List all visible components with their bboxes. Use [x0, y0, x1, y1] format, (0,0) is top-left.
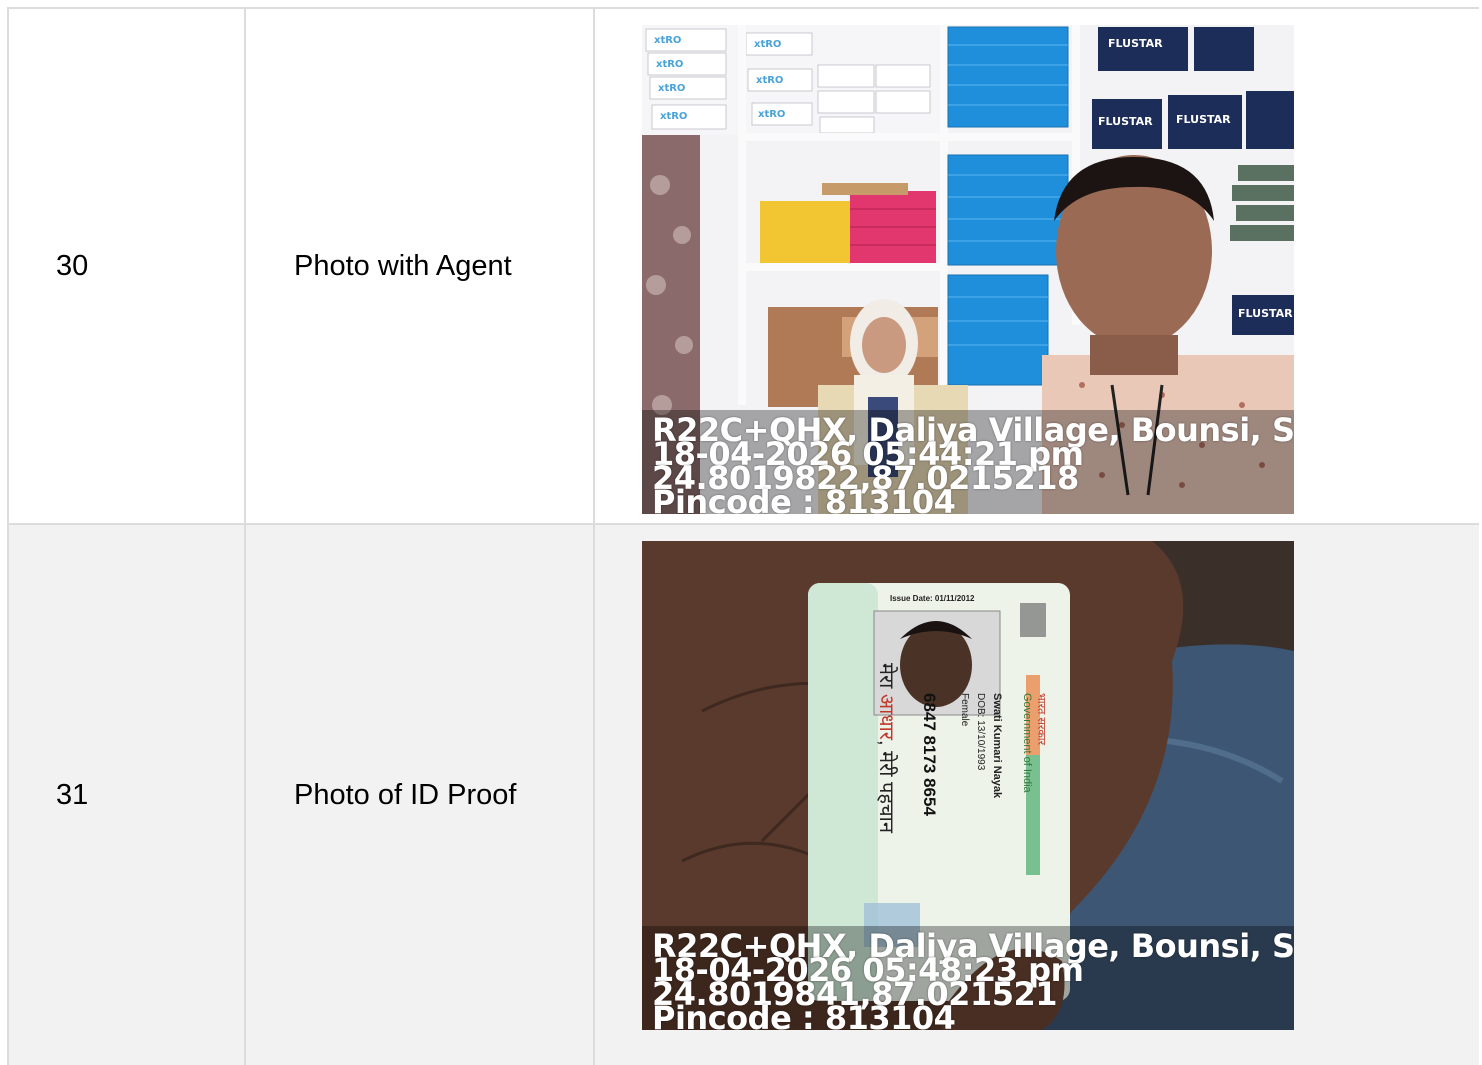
media-table: 30 Photo with Agent xtRO xtRO xtRO xtRO … — [7, 7, 1479, 1065]
card-govt-hindi: भारत सरकार — [1035, 693, 1047, 746]
svg-text:FLUSTAR: FLUSTAR — [1108, 37, 1163, 50]
svg-text:xtRO: xtRO — [660, 111, 687, 122]
svg-text:xtRO: xtRO — [656, 59, 683, 70]
photo-cell: Issue Date: 01/11/2012 भारत सरकार Govern… — [595, 525, 1477, 1065]
agent-photo[interactable]: xtRO xtRO xtRO xtRO xtRO xtRO xtRO FLUST… — [642, 25, 1294, 514]
row-label: Photo with Agent — [246, 9, 595, 523]
row-number: 30 — [9, 9, 246, 523]
row-label: Photo of ID Proof — [246, 525, 595, 1065]
svg-text:xtRO: xtRO — [758, 109, 785, 120]
card-number: 6847 8173 8654 — [920, 693, 939, 816]
table-row: 30 Photo with Agent xtRO xtRO xtRO xtRO … — [9, 9, 1479, 525]
card-govt-english: Government of India — [1021, 693, 1033, 794]
svg-text:xtRO: xtRO — [754, 39, 781, 50]
svg-text:FLUSTAR: FLUSTAR — [1176, 113, 1231, 126]
card-holder-name: Swati Kumari Nayak — [991, 693, 1003, 799]
svg-text:FLUSTAR: FLUSTAR — [1098, 115, 1153, 128]
table-row: 31 Photo of ID Proof Issue Date: 01/11/2… — [9, 525, 1479, 1065]
svg-text:xtRO: xtRO — [756, 75, 783, 86]
row-number: 31 — [9, 525, 246, 1065]
card-dob: DOB: 13/10/1993 — [975, 693, 986, 771]
geo-stamp: R22C+QHX, Daliya Village, Bounsi, Sirai,… — [652, 930, 1294, 1030]
svg-text:FLUSTAR: FLUSTAR — [1238, 307, 1293, 320]
photo-cell: xtRO xtRO xtRO xtRO xtRO xtRO xtRO FLUST… — [595, 9, 1477, 523]
card-tagline: मेरा आधार, मेरी पहचान — [875, 663, 898, 834]
svg-text:xtRO: xtRO — [658, 83, 685, 94]
card-gender: Female — [959, 693, 970, 727]
svg-text:xtRO: xtRO — [654, 35, 681, 46]
card-issue-date: Issue Date: 01/11/2012 — [890, 594, 975, 603]
geo-stamp: R22C+QHX, Daliya Village, Bounsi, Sirai,… — [652, 414, 1294, 514]
id-proof-photo[interactable]: Issue Date: 01/11/2012 भारत सरकार Govern… — [642, 541, 1294, 1030]
